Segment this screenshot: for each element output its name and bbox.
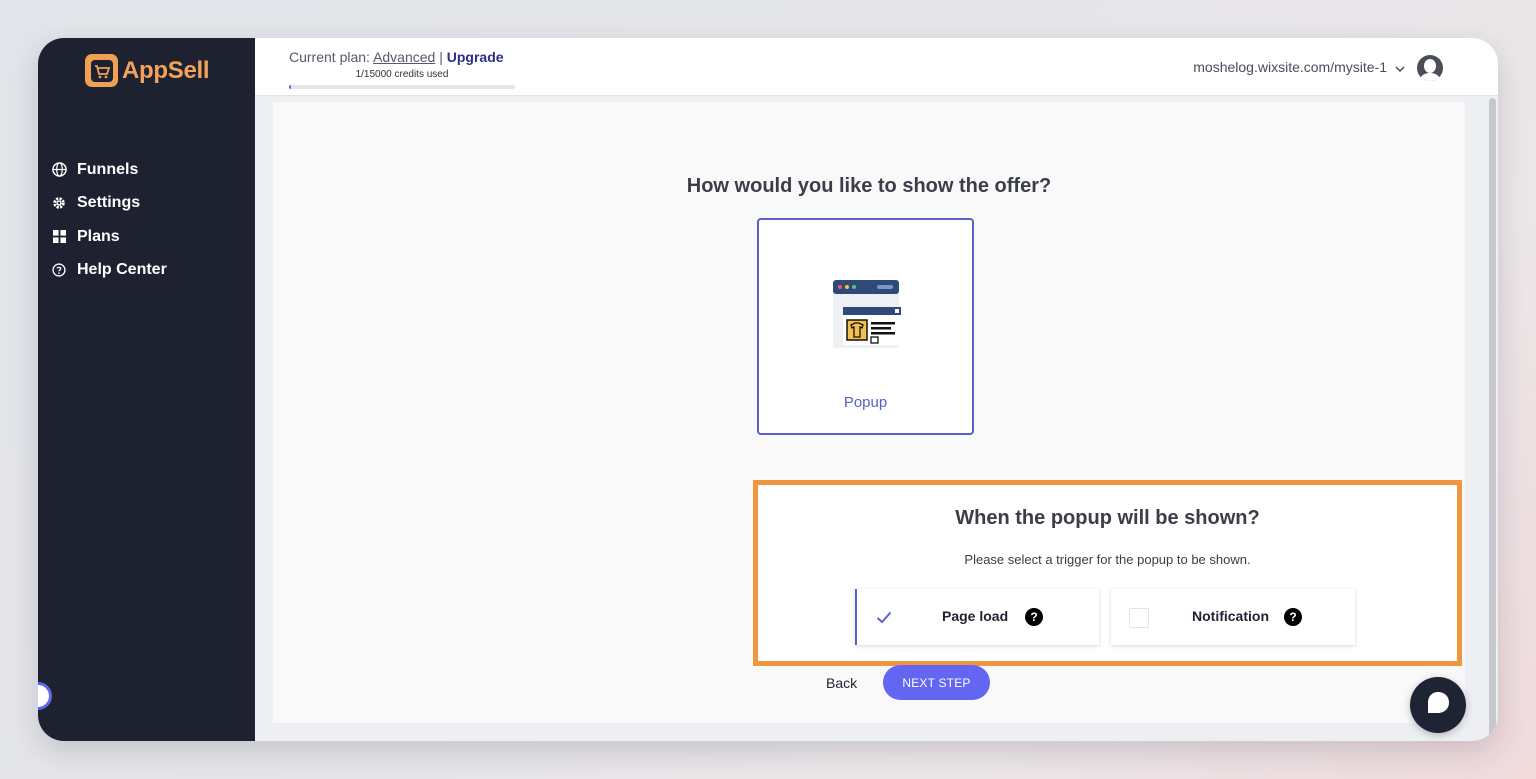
globe-icon [51, 162, 67, 178]
notification-label: Notification [1192, 608, 1269, 624]
next-step-button[interactable]: NEXT STEP [883, 665, 990, 700]
cart-icon [85, 54, 118, 87]
trigger-section: When the popup will be shown? Please sel… [753, 480, 1462, 666]
current-plan: Current plan: Advanced | Upgrade [289, 49, 504, 65]
popup-option-label: Popup [843, 394, 888, 411]
avatar-body-shape [1420, 73, 1440, 81]
sidebar-nav: Funnels Settings Plans Help Center [51, 153, 167, 287]
notification-option[interactable]: Notification ? [1111, 589, 1355, 645]
credits-progress-fill [289, 85, 292, 89]
page-load-label: Page load [942, 608, 1009, 624]
plan-prefix: Current plan: [289, 49, 370, 65]
page-scrollbar[interactable] [1489, 98, 1496, 738]
notification-checkbox[interactable] [1129, 608, 1149, 628]
chevron-down-icon [1395, 59, 1405, 75]
sidebar-item-help-center[interactable]: Help Center [51, 254, 167, 288]
gear-icon [51, 195, 67, 211]
trigger-title: When the popup will be shown? [955, 507, 1260, 529]
grid-icon [51, 229, 67, 245]
sidebar-item-settings[interactable]: Settings [51, 187, 167, 221]
app-window: AppSell Funnels Settings Plans Help Cent… [38, 38, 1498, 741]
trigger-subtitle: Please select a trigger for the popup to… [964, 552, 1251, 567]
check-icon [875, 608, 893, 626]
page-load-option[interactable]: Page load ? [855, 589, 1099, 645]
chat-bubble-icon [1425, 690, 1451, 721]
sidebar-toggle[interactable] [38, 682, 52, 710]
upgrade-link[interactable]: Upgrade [447, 49, 504, 65]
help-icon[interactable]: ? [1284, 608, 1302, 626]
chat-launcher-button[interactable] [1410, 677, 1466, 733]
plan-separator: | [439, 49, 443, 65]
sidebar-item-label: Plans [77, 227, 120, 245]
sidebar-item-label: Help Center [77, 261, 167, 279]
sidebar: AppSell Funnels Settings Plans Help Cent… [38, 38, 255, 741]
app-logo[interactable]: AppSell [85, 54, 210, 87]
main-content: How would you like to show the offer? Po… [273, 102, 1465, 723]
topbar: Current plan: Advanced | Upgrade 1/15000… [255, 38, 1498, 96]
credits-text: 1/15000 credits used [355, 69, 449, 80]
app-name: AppSell [122, 56, 210, 84]
site-url: moshelog.wixsite.com/mysite-1 [1193, 59, 1387, 75]
sidebar-item-funnels[interactable]: Funnels [51, 153, 167, 187]
avatar-head-shape [1424, 59, 1436, 73]
question-circle-icon [51, 262, 67, 278]
sidebar-item-label: Settings [77, 194, 141, 212]
sidebar-item-plans[interactable]: Plans [51, 220, 167, 254]
credits-progress-bar [289, 85, 515, 89]
page-title: How would you like to show the offer? [686, 175, 1052, 197]
help-icon[interactable]: ? [1025, 608, 1043, 626]
user-avatar[interactable] [1417, 55, 1443, 81]
sidebar-item-label: Funnels [77, 160, 139, 178]
popup-option-card[interactable]: Popup [757, 218, 974, 435]
popup-window-icon [831, 278, 903, 355]
plan-name-link[interactable]: Advanced [373, 49, 435, 65]
site-selector[interactable]: moshelog.wixsite.com/mysite-1 [1193, 59, 1405, 75]
back-button[interactable]: Back [826, 675, 857, 691]
